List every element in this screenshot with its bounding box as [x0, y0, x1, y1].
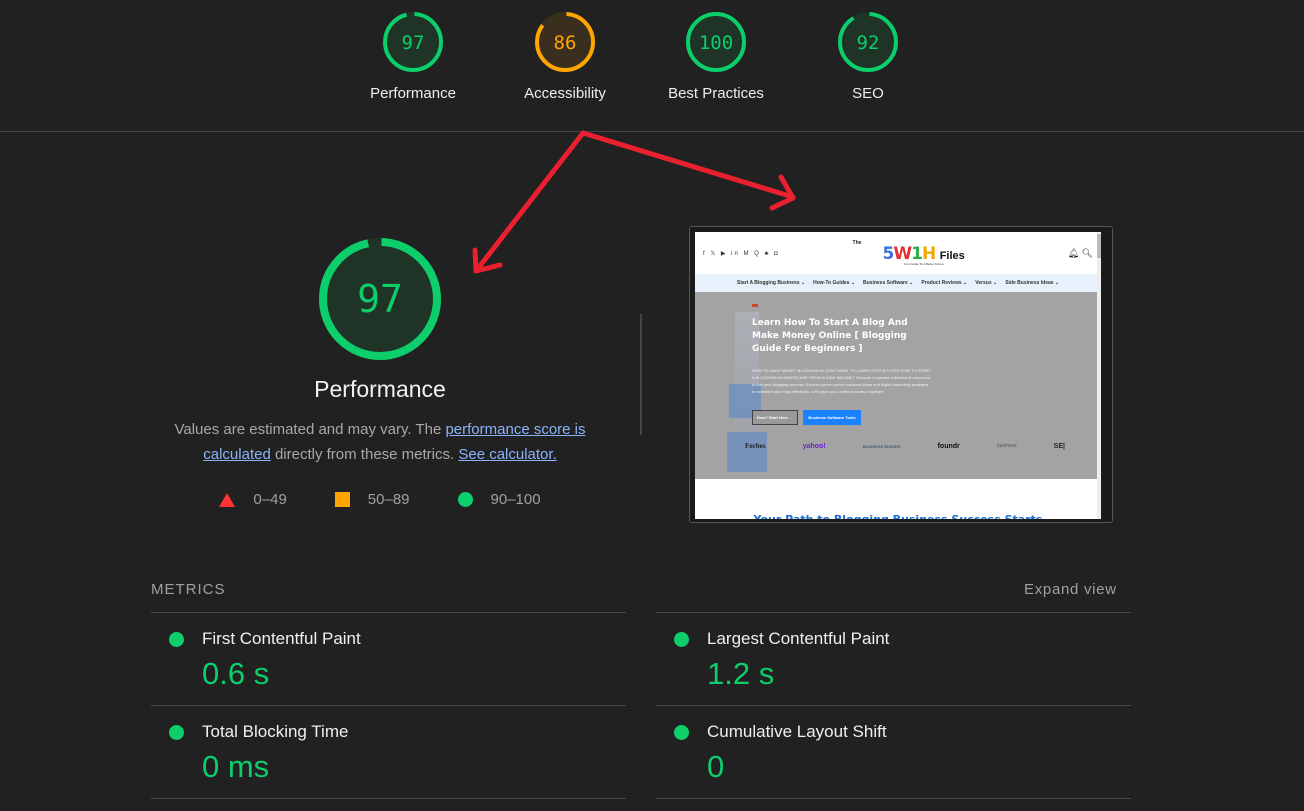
- gauge-score: 100: [699, 32, 733, 54]
- circle-icon: [169, 632, 184, 647]
- gauge-score: 97: [402, 32, 425, 54]
- nav-item: Side Business Ideas ⌄: [1005, 280, 1060, 286]
- screenshot-page: f 𝕏 ▶ in M Q ♣ ◘ The 5W1H Files Your Gui…: [695, 232, 1101, 519]
- circle-icon: [169, 725, 184, 740]
- nav-item: Product Reviews ⌄: [921, 280, 968, 286]
- performance-title: Performance: [314, 376, 446, 402]
- metric-title: Cumulative Layout Shift: [707, 722, 887, 741]
- flag-icon: [752, 304, 758, 307]
- gauge-performance[interactable]: 97 Performance: [348, 11, 478, 102]
- metric-title: Largest Contentful Paint: [707, 629, 890, 648]
- legend-fail: 0–49: [219, 491, 287, 508]
- final-screenshot[interactable]: f 𝕏 ▶ in M Q ♣ ◘ The 5W1H Files Your Gui…: [689, 226, 1113, 523]
- triangle-icon: [219, 492, 236, 507]
- legend-range: 50–89: [367, 491, 410, 508]
- description-text: directly from these metrics.: [270, 446, 459, 463]
- logo-brand: 5W1H: [882, 243, 937, 264]
- gauge-label: Performance: [370, 85, 456, 102]
- logo-files: Files: [939, 249, 965, 262]
- expand-view-toggle[interactable]: Expand view: [1024, 581, 1117, 598]
- hero-text: HOW TO MAKE MONEY BLOGGING IN 2024? WANT…: [752, 368, 931, 394]
- nav-item: Business Software ⌄: [863, 280, 914, 286]
- metric-first-contentful-paint: First Contentful Paint 0.6 s: [151, 612, 626, 705]
- software-tools-button: Business Software Tools: [803, 410, 861, 425]
- nav-item: How-To Guides ⌄: [813, 280, 856, 286]
- circle-icon: [674, 725, 689, 740]
- social-icons: f 𝕏 ▶ in M Q ♣ ◘: [703, 250, 780, 257]
- press-logo: SE|: [1053, 442, 1065, 450]
- circle-icon: [674, 632, 689, 647]
- section-divider: [640, 314, 642, 435]
- category-gauges: 97 Performance 86 Accessibility 100 Best…: [0, 0, 1304, 132]
- header-icons: 🔔︎ 🔍︎: [1067, 247, 1093, 258]
- site-logo: The 5W1H Files Your Guide To A Better Fu…: [853, 240, 965, 266]
- press-logo: business: [996, 443, 1017, 449]
- circle-icon: [457, 492, 473, 507]
- score-legend: 0–49 50–89 90–100: [160, 491, 600, 508]
- metric-value: 0.6 s: [202, 656, 270, 691]
- scrollbar: [1097, 232, 1101, 519]
- press-logo: BUSINESS INSIDER: [862, 443, 901, 449]
- start-here-button: New? Start Here →: [752, 410, 798, 425]
- metric-value: 1.2 s: [707, 656, 775, 691]
- site-header: f 𝕏 ▶ in M Q ♣ ◘ The 5W1H Files Your Gui…: [695, 232, 1101, 274]
- metric-title: First Contentful Paint: [202, 629, 361, 648]
- legend-range: 90–100: [490, 491, 541, 508]
- gauge-label: SEO: [852, 85, 884, 102]
- metric-cumulative-layout-shift: Cumulative Layout Shift 0: [656, 705, 1131, 798]
- metric-total-blocking-time: Total Blocking Time 0 ms: [151, 705, 626, 798]
- site-nav: Start A Blogging Business ⌄ How-To Guide…: [695, 274, 1101, 292]
- gauge-label: Accessibility: [524, 85, 606, 102]
- metrics-divider: [656, 798, 1131, 799]
- description-text: Values are estimated and may vary. The: [174, 421, 446, 438]
- metric-largest-contentful-paint: Largest Contentful Paint 1.2 s: [656, 612, 1131, 705]
- metrics-header: METRICS: [151, 581, 226, 598]
- square-icon: [334, 492, 350, 507]
- gauge-best-practices[interactable]: 100 Best Practices: [651, 11, 781, 102]
- arrow-to-screenshot: [580, 130, 796, 200]
- gauge-ring: 92: [838, 12, 898, 72]
- section-title: Your Path to Blogging Business Success S…: [695, 513, 1101, 519]
- press-logo: yahoo!: [802, 442, 826, 450]
- gauge-score: 92: [857, 32, 880, 54]
- hero-section: Learn How To Start A Blog And Make Money…: [695, 292, 1101, 479]
- metric-value: 0: [707, 749, 725, 784]
- performance-gauge: 97: [319, 238, 441, 360]
- metric-value: 0 ms: [202, 749, 270, 784]
- nav-item: Versus ⌄: [975, 280, 998, 286]
- gauge-ring: 100: [686, 12, 746, 72]
- legend-range: 0–49: [253, 491, 287, 508]
- press-logos: Forbes yahoo! BUSINESS INSIDER foundr bu…: [745, 442, 1065, 450]
- lighthouse-band: [727, 432, 767, 472]
- gauge-label: Best Practices: [668, 85, 764, 102]
- see-calculator-link[interactable]: See calculator.: [458, 446, 556, 463]
- gauge-accessibility[interactable]: 86 Accessibility: [500, 11, 630, 102]
- press-logo: foundr: [937, 442, 960, 450]
- legend-average: 50–89: [334, 491, 410, 508]
- scrollbar-thumb: [1097, 234, 1101, 258]
- gauge-ring: 86: [535, 12, 595, 72]
- gauge-ring: 97: [383, 12, 443, 72]
- performance-summary: 97 Performance Values are estimated and …: [160, 236, 600, 508]
- hero-title: Learn How To Start A Blog And Make Money…: [752, 318, 908, 354]
- arrowhead-icon: [769, 174, 796, 211]
- performance-description: Values are estimated and may vary. The p…: [160, 417, 600, 467]
- metric-title: Total Blocking Time: [202, 722, 349, 741]
- gauge-score: 86: [554, 32, 577, 54]
- nav-item: Start A Blogging Business ⌄: [736, 280, 806, 286]
- press-logo: Forbes: [745, 442, 766, 450]
- gauge-seo[interactable]: 92 SEO: [803, 11, 933, 102]
- legend-pass: 90–100: [457, 491, 541, 508]
- performance-score: 97: [357, 277, 403, 321]
- metrics-divider: [151, 798, 626, 799]
